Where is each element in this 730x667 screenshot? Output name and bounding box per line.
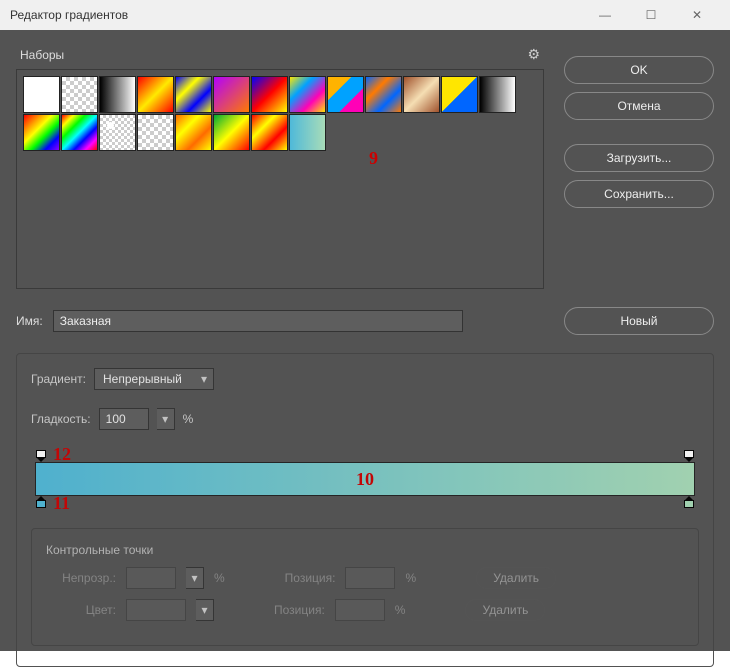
window-title: Редактор градиентов: [10, 8, 128, 22]
preset-swatch[interactable]: [23, 76, 60, 113]
chevron-down-icon[interactable]: ▾: [157, 408, 175, 430]
preset-swatch[interactable]: [175, 114, 212, 151]
gradient-preview-bar[interactable]: 10: [35, 462, 695, 496]
gradient-type-select[interactable]: Непрерывный: [94, 368, 214, 390]
presets-label: Наборы: [20, 48, 64, 62]
preset-swatch[interactable]: [441, 76, 478, 113]
load-button[interactable]: Загрузить...: [564, 144, 714, 172]
ok-button[interactable]: OK: [564, 56, 714, 84]
minimize-button[interactable]: —: [582, 0, 628, 30]
percent-label: %: [214, 571, 225, 585]
preset-swatch[interactable]: [479, 76, 516, 113]
close-button[interactable]: ✕: [674, 0, 720, 30]
save-button[interactable]: Сохранить...: [564, 180, 714, 208]
preset-swatch[interactable]: [289, 76, 326, 113]
position-label: Позиция:: [285, 571, 336, 585]
opacity-label: Непрозр.:: [46, 571, 116, 585]
percent-label: %: [395, 603, 406, 617]
annotation-10: 10: [356, 469, 374, 490]
preset-swatch[interactable]: [137, 76, 174, 113]
color-stop-row: Цвет: ▾ Позиция: % Удалить: [46, 599, 684, 621]
gradient-section: Градиент: Непрерывный Гладкость: 100 ▾ %…: [16, 353, 714, 667]
smoothness-input[interactable]: 100: [99, 408, 149, 430]
opacity-stop-right[interactable]: [683, 450, 695, 462]
cancel-button[interactable]: Отмена: [564, 92, 714, 120]
smoothness-label: Гладкость:: [31, 412, 91, 426]
preset-swatch[interactable]: [403, 76, 440, 113]
color-stop-left[interactable]: [35, 496, 47, 508]
gradient-bar-wrap: 12 10 11: [31, 452, 699, 506]
gradient-type-row: Градиент: Непрерывный: [31, 368, 699, 390]
position-label: Позиция:: [274, 603, 325, 617]
opacity-input[interactable]: [126, 567, 176, 589]
chevron-down-icon[interactable]: ▾: [186, 567, 204, 589]
preset-swatch[interactable]: [365, 76, 402, 113]
preset-swatch[interactable]: [289, 114, 326, 151]
annotation-9: 9: [369, 148, 378, 169]
preset-swatch[interactable]: [99, 76, 136, 113]
opacity-position-input[interactable]: [345, 567, 395, 589]
preset-swatch[interactable]: [213, 114, 250, 151]
presets-header: Наборы ⚙: [16, 46, 544, 63]
gear-icon[interactable]: ⚙: [527, 46, 540, 63]
swatch-row-1: [23, 76, 537, 113]
preset-swatch[interactable]: [61, 76, 98, 113]
name-row: Имя: Новый: [16, 307, 714, 335]
smoothness-row: Гладкость: 100 ▾ %: [31, 408, 699, 430]
preset-swatch[interactable]: [99, 114, 136, 151]
preset-swatch[interactable]: [23, 114, 60, 151]
preset-swatch[interactable]: [327, 76, 364, 113]
titlebar: Редактор градиентов — ☐ ✕: [0, 0, 730, 30]
swatch-row-2: [23, 114, 537, 151]
color-stop-right[interactable]: [683, 496, 695, 508]
percent-label: %: [405, 571, 416, 585]
opacity-stop-left[interactable]: [35, 450, 47, 462]
stops-panel: Контрольные точки Непрозр.: ▾ % Позиция:…: [31, 528, 699, 646]
opacity-stop-row: Непрозр.: ▾ % Позиция: % Удалить: [46, 567, 684, 589]
presets-box: 9: [16, 69, 544, 289]
preset-swatch[interactable]: [175, 76, 212, 113]
delete-color-stop-button[interactable]: Удалить: [465, 599, 545, 621]
presets-panel: Наборы ⚙: [16, 46, 544, 289]
preset-swatch[interactable]: [251, 114, 288, 151]
color-well[interactable]: [126, 599, 186, 621]
top-row: Наборы ⚙: [16, 46, 714, 289]
name-label: Имя:: [16, 314, 43, 328]
annotation-11: 11: [53, 493, 70, 514]
color-position-input[interactable]: [335, 599, 385, 621]
content-area: Наборы ⚙: [0, 30, 730, 651]
maximize-button[interactable]: ☐: [628, 0, 674, 30]
gradient-editor-window: Редактор градиентов — ☐ ✕ Наборы ⚙: [0, 0, 730, 651]
delete-opacity-stop-button[interactable]: Удалить: [476, 567, 556, 589]
preset-swatch[interactable]: [251, 76, 288, 113]
gradient-type-label: Градиент:: [31, 372, 86, 386]
color-label: Цвет:: [46, 603, 116, 617]
preset-swatch[interactable]: [61, 114, 98, 151]
new-button[interactable]: Новый: [564, 307, 714, 335]
preset-swatch[interactable]: [213, 76, 250, 113]
window-controls: — ☐ ✕: [582, 0, 720, 30]
stops-title: Контрольные точки: [46, 543, 684, 557]
preset-swatch[interactable]: [137, 114, 174, 151]
chevron-down-icon[interactable]: ▾: [196, 599, 214, 621]
right-button-column: OK Отмена Загрузить... Сохранить...: [564, 46, 714, 289]
percent-label: %: [183, 412, 194, 426]
name-input[interactable]: [53, 310, 463, 332]
